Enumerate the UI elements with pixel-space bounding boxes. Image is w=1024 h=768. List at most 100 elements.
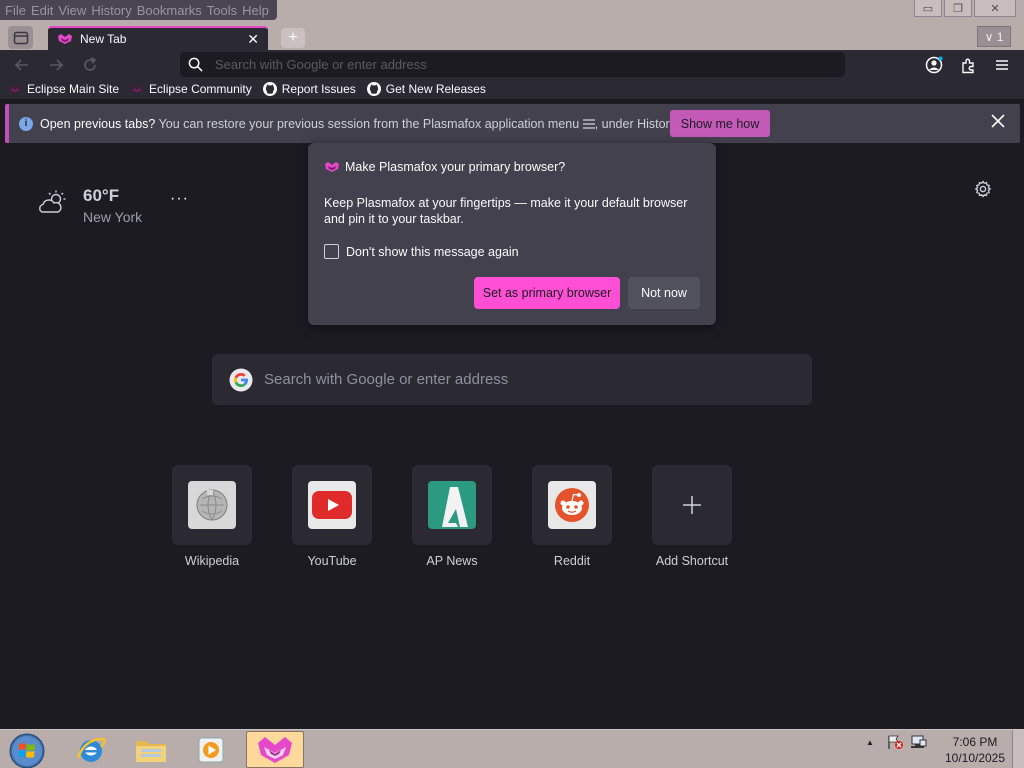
new-tab-button[interactable]: + <box>281 28 305 48</box>
checkbox-label: Don't show this message again <box>346 244 519 259</box>
shortcut-label: Add Shortcut <box>655 554 729 568</box>
back-arrow-icon <box>14 59 28 71</box>
shortcut-ap-news[interactable]: AP News <box>392 465 512 568</box>
partly-cloudy-icon <box>39 190 66 213</box>
tab-title: New Tab <box>80 32 127 46</box>
shortcut-label: AP News <box>426 554 478 568</box>
menu-tools[interactable]: Tools <box>207 3 237 18</box>
taskbar-plasmafox[interactable] <box>246 731 304 768</box>
menu-history[interactable]: History <box>91 3 131 18</box>
os-taskbar: ▲ 7:06 PM 10/10/2025 <box>0 729 1024 768</box>
account-icon <box>925 56 943 74</box>
internet-explorer-icon <box>76 737 106 762</box>
hamburger-icon <box>996 60 1008 70</box>
restore-button[interactable]: ❐ <box>944 0 972 17</box>
apnews-icon <box>428 481 476 529</box>
notification-close-button[interactable] <box>990 113 1006 129</box>
app-menu-button[interactable] <box>992 55 1012 75</box>
taskbar-internet-explorer[interactable] <box>62 731 120 768</box>
shortcut-label: Wikipedia <box>184 554 240 568</box>
shortcut-tile[interactable] <box>412 465 492 545</box>
forward-button[interactable] <box>46 55 66 75</box>
taskbar-file-explorer[interactable] <box>122 731 180 768</box>
show-me-how-button[interactable]: Show me how <box>670 110 770 137</box>
title-bar: File Edit View History Bookmarks Tools H… <box>0 0 1024 22</box>
reload-button[interactable] <box>80 55 100 75</box>
nav-bar <box>0 50 1024 79</box>
shortcut-tile[interactable] <box>532 465 612 545</box>
notification-message: Open previous tabs? You can restore your… <box>40 117 679 131</box>
close-icon <box>991 114 1005 128</box>
shortcut-add[interactable]: Add Shortcut <box>632 465 752 568</box>
shortcut-reddit[interactable]: Reddit <box>512 465 632 568</box>
github-icon <box>366 82 381 96</box>
notification-title: Open previous tabs? <box>40 116 156 131</box>
puzzle-icon <box>961 58 974 73</box>
not-now-button[interactable]: Not now <box>628 277 700 309</box>
taskbar-media-player[interactable] <box>182 731 240 768</box>
weather-more-icon[interactable]: ··· <box>170 190 189 208</box>
action-center-flag-icon[interactable] <box>886 734 904 750</box>
tab-new-tab[interactable]: New Tab ✕ <box>48 26 268 50</box>
minimize-button[interactable]: ▭ <box>914 0 942 17</box>
shortcut-youtube[interactable]: YouTube <box>272 465 392 568</box>
newtab-search-input[interactable] <box>264 371 784 388</box>
extensions-button[interactable] <box>958 55 978 75</box>
back-button[interactable] <box>12 55 32 75</box>
add-shortcut-tile[interactable] <box>652 465 732 545</box>
wikipedia-icon <box>188 481 236 529</box>
newtab-search-box[interactable] <box>212 354 812 405</box>
menu-view[interactable]: View <box>58 3 86 18</box>
menu-bar: File Edit View History Bookmarks Tools H… <box>0 0 277 20</box>
bookmark-report-issues[interactable]: Report Issues <box>262 81 356 97</box>
set-primary-browser-button[interactable]: Set as primary browser <box>474 277 620 309</box>
bookmark-label: Get New Releases <box>385 82 486 96</box>
weather-temperature: 60°F <box>83 186 120 205</box>
bookmark-label: Eclipse Main Site <box>27 82 120 96</box>
media-player-icon <box>198 737 224 762</box>
menu-file[interactable]: File <box>5 3 26 18</box>
info-icon: i <box>19 116 33 131</box>
checkbox-box[interactable] <box>324 244 339 259</box>
taskbar-clock[interactable]: 7:06 PM 10/10/2025 <box>940 734 1010 766</box>
notification-body: You can restore your previous session fr… <box>155 116 583 131</box>
plasmafox-icon <box>325 162 339 172</box>
close-window-button[interactable]: ✕ <box>974 0 1016 17</box>
shortcut-label: Reddit <box>553 554 591 568</box>
shortcut-tile[interactable] <box>292 465 372 545</box>
window-controls: ▭ ❐ ✕ <box>914 0 1016 17</box>
bookmark-label: Report Issues <box>281 82 356 96</box>
reddit-icon <box>548 481 596 529</box>
bookmark-get-new-releases[interactable]: Get New Releases <box>366 81 486 97</box>
folder-icon <box>136 740 166 762</box>
system-tray: ▲ <box>866 734 928 750</box>
tray-expand-icon[interactable]: ▲ <box>866 738 874 747</box>
bookmark-eclipse-community[interactable]: Eclipse Community <box>129 82 252 96</box>
shortcut-wikipedia[interactable]: Wikipedia <box>152 465 272 568</box>
bookmark-eclipse-main-site[interactable]: Eclipse Main Site <box>7 82 119 96</box>
shortcut-label: YouTube <box>307 554 357 568</box>
menu-help[interactable]: Help <box>242 3 269 18</box>
tab-close-icon[interactable]: ✕ <box>247 31 259 48</box>
url-bar[interactable] <box>180 52 845 77</box>
reload-icon <box>84 57 97 71</box>
clock-date: 10/10/2025 <box>944 751 1006 765</box>
url-input[interactable] <box>215 57 815 72</box>
start-button[interactable] <box>7 732 47 768</box>
plasmafox-icon <box>58 34 72 44</box>
dont-show-again-checkbox[interactable]: Don't show this message again <box>324 244 519 259</box>
default-browser-dialog: Make Plasmafox your primary browser? Kee… <box>308 143 716 325</box>
shortcut-tile[interactable] <box>172 465 252 545</box>
tab-strip: New Tab ✕ <box>0 22 1024 50</box>
list-all-tabs-button[interactable]: ∨ 1 <box>977 26 1011 47</box>
show-desktop-button[interactable] <box>1012 730 1024 768</box>
dialog-title: Make Plasmafox your primary browser? <box>324 160 565 174</box>
personalize-button[interactable] <box>974 180 992 201</box>
search-icon <box>188 57 203 72</box>
firefox-view-button[interactable] <box>8 26 33 49</box>
hamburger-icon <box>582 118 595 129</box>
menu-bookmarks[interactable]: Bookmarks <box>137 3 202 18</box>
menu-edit[interactable]: Edit <box>31 3 53 18</box>
network-icon[interactable] <box>910 734 928 750</box>
account-button[interactable] <box>924 55 944 75</box>
